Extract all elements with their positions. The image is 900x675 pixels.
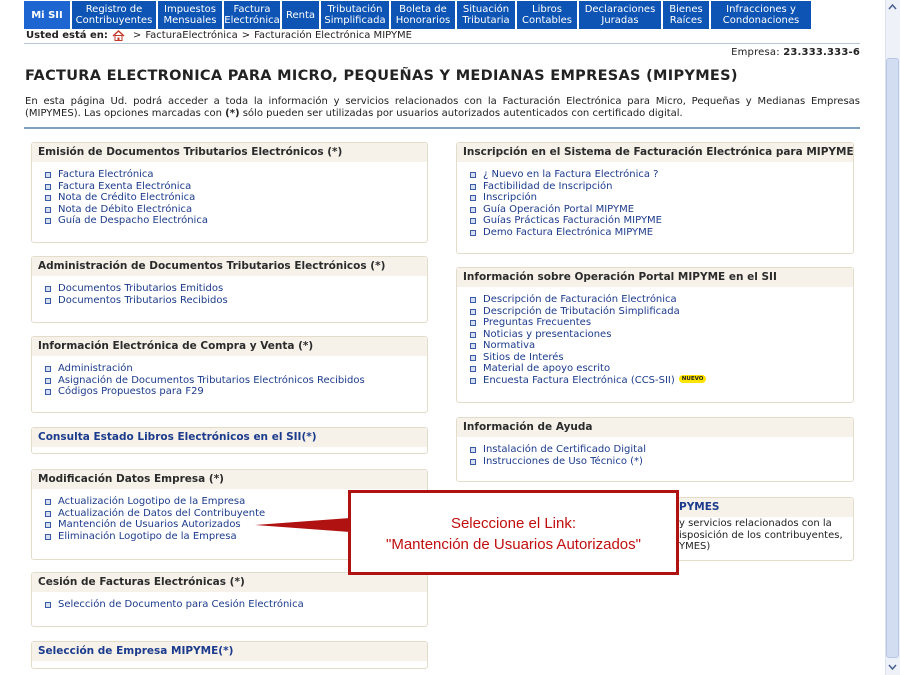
link-nuevo-factura[interactable]: ¿ Nuevo en la Factura Electrónica ? <box>470 169 853 181</box>
instruction-callout: Seleccione el Link: "Mantención de Usuar… <box>348 490 679 575</box>
empresa-rut: 23.333.333-6 <box>783 47 860 58</box>
partial-line: y servicios relacionados con la <box>679 518 832 529</box>
link-list: Instalación de Certificado Digital Instr… <box>457 437 853 467</box>
nav-libros-contables[interactable]: Libros Contables <box>517 1 577 29</box>
link-factibilidad-inscripcion[interactable]: Factibilidad de Inscripción <box>470 181 853 193</box>
link-inscripcion[interactable]: Inscripción <box>470 192 853 204</box>
link-codigos-f29[interactable]: Códigos Propuestos para F29 <box>45 386 427 398</box>
new-badge: NUEVO <box>678 374 707 383</box>
link-list: Administración Asignación de Documentos … <box>32 356 427 398</box>
link-encuesta[interactable]: Encuesta Factura Electrónica (CCS-SII) NU… <box>470 374 853 387</box>
link-descripcion-facturacion[interactable]: Descripción de Facturación Electrónica <box>470 294 853 306</box>
link-list: ¿ Nuevo en la Factura Electrónica ? Fact… <box>457 162 853 238</box>
nav-factura-electronica[interactable]: Factura Electrónica <box>224 1 280 29</box>
link-consulta-libros[interactable]: Consulta Estado Libros Electrónicos en e… <box>32 428 427 447</box>
link-preguntas-frecuentes[interactable]: Preguntas Frecuentes <box>470 317 853 329</box>
link-nota-credito-electronica[interactable]: Nota de Crédito Electrónica <box>45 192 427 204</box>
nav-registro-contribuyentes[interactable]: Registro de Contribuyentes <box>72 1 156 29</box>
partial-line: isposición de los contribuyentes, <box>679 529 843 541</box>
box-title: Administración de Documentos Tributarios… <box>32 257 427 276</box>
box-title: Información sobre Operación Portal MIPYM… <box>457 268 853 287</box>
box-title: Información de Ayuda <box>457 418 853 437</box>
nav-renta[interactable]: Renta <box>282 1 319 29</box>
nav-mi-sii[interactable]: Mi SII <box>24 1 70 29</box>
partial-line: YMES) <box>679 541 711 552</box>
top-navigation: Mi SII Registro de Contribuyentes Impues… <box>24 1 861 29</box>
link-material-apoyo[interactable]: Material de apoyo escrito <box>470 363 853 375</box>
link-sitios-interes[interactable]: Sitios de Interés <box>470 352 853 364</box>
empresa-label: Empresa: <box>731 47 780 58</box>
breadcrumb-label: Usted está en: <box>26 30 108 41</box>
link-factura-electronica[interactable]: Factura Electrónica <box>45 169 427 181</box>
link-noticias-presentaciones[interactable]: Noticias y presentaciones <box>470 329 853 341</box>
empresa-indicator: Empresa: 23.333.333-6 <box>731 47 860 58</box>
intro-text: En esta página Ud. podrá acceder a toda … <box>25 96 860 119</box>
box-title: Cesión de Facturas Electrónicas (*) <box>32 573 427 592</box>
box-inscripcion: Inscripción en el Sistema de Facturación… <box>456 142 854 254</box>
link-asignacion-documentos[interactable]: Asignación de Documentos Tributarios Ele… <box>45 375 427 387</box>
box-consulta-libros: Consulta Estado Libros Electrónicos en e… <box>31 427 428 454</box>
box-operacion-portal: Información sobre Operación Portal MIPYM… <box>456 267 854 403</box>
link-administracion[interactable]: Administración <box>45 363 427 375</box>
link-documentos-recibidos[interactable]: Documentos Tributarios Recibidos <box>45 295 427 307</box>
breadcrumb-factura-electronica[interactable]: FacturaElectrónica <box>145 30 237 41</box>
intro-mark: (*) <box>225 107 240 119</box>
link-guia-operacion[interactable]: Guía Operación Portal MIPYME <box>470 204 853 216</box>
breadcrumb-separator: > <box>132 30 142 41</box>
link-normativa[interactable]: Normativa <box>470 340 853 352</box>
nav-boleta-honorarios[interactable]: Boleta de Honorarios <box>391 1 455 29</box>
nav-impuestos-mensuales[interactable]: Impuestos Mensuales <box>158 1 222 29</box>
callout-line-1: Seleccione el Link: <box>450 515 577 532</box>
nav-infracciones-condonaciones[interactable]: Infracciones y Condonaciones <box>711 1 811 29</box>
box-ayuda: Información de Ayuda Instalación de Cert… <box>456 417 854 482</box>
link-seleccion-empresa[interactable]: Selección de Empresa MIPYME(*) <box>32 642 427 661</box>
link-list: Descripción de Facturación Electrónica D… <box>457 287 853 386</box>
link-instrucciones-uso[interactable]: Instrucciones de Uso Técnico (*) <box>470 456 853 468</box>
box-cesion-facturas: Cesión de Facturas Electrónicas (*) Sele… <box>31 572 428 627</box>
breadcrumb-separator: > <box>241 30 251 41</box>
link-factura-exenta-electronica[interactable]: Factura Exenta Electrónica <box>45 181 427 193</box>
link-guias-practicas[interactable]: Guías Prácticas Facturación MIPYME <box>470 215 853 227</box>
box-compra-venta: Información Electrónica de Compra y Vent… <box>31 336 428 413</box>
callout-line-2: "Mantención de Usuarios Autorizados" <box>386 536 641 553</box>
link-instalacion-certificado[interactable]: Instalación de Certificado Digital <box>470 444 853 456</box>
box-seleccion-empresa: Selección de Empresa MIPYME(*) <box>31 641 428 669</box>
nav-situacion-tributaria[interactable]: Situación Tributaria <box>457 1 515 29</box>
vertical-scrollbar[interactable] <box>885 0 900 675</box>
callout-arrow-icon <box>255 518 350 532</box>
link-demo-factura[interactable]: Demo Factura Electrónica MIPYME <box>470 227 853 239</box>
nav-bienes-raices[interactable]: Bienes Raíces <box>663 1 709 29</box>
intro-text-part2: sólo pueden ser utilizadas por usuarios … <box>239 107 683 119</box>
breadcrumb-current: Facturación Electrónica MIPYME <box>254 30 413 41</box>
page-title: FACTURA ELECTRONICA PARA MICRO, PEQUEÑAS… <box>25 68 738 84</box>
nav-tributacion-simplificada[interactable]: Tributación Simplificada <box>321 1 389 29</box>
scrollbar-thumb[interactable] <box>886 58 899 658</box>
link-descripcion-tributacion[interactable]: Descripción de Tributación Simplificada <box>470 306 853 318</box>
box-title: Inscripción en el Sistema de Facturación… <box>457 143 853 162</box>
link-guia-despacho-electronica[interactable]: Guía de Despacho Electrónica <box>45 215 427 227</box>
box-title: Emisión de Documentos Tributarios Electr… <box>32 143 427 162</box>
home-icon[interactable] <box>112 30 125 41</box>
box-administracion-dte: Administración de Documentos Tributarios… <box>31 256 428 323</box>
scroll-down-icon[interactable] <box>885 660 900 675</box>
link-list: Selección de Documento para Cesión Elect… <box>32 592 427 611</box>
intro-divider <box>24 127 860 129</box>
box-emision-dte: Emisión de Documentos Tributarios Electr… <box>31 142 428 243</box>
link-seleccion-documento-cesion[interactable]: Selección de Documento para Cesión Elect… <box>45 599 427 611</box>
scroll-up-icon[interactable] <box>885 0 900 14</box>
link-documentos-emitidos[interactable]: Documentos Tributarios Emitidos <box>45 283 427 295</box>
link-encuesta-label: Encuesta Factura Electrónica (CCS-SII) <box>483 374 675 386</box>
breadcrumb: Usted está en: > FacturaElectrónica > Fa… <box>26 30 412 41</box>
box-title: Información Electrónica de Compra y Vent… <box>32 337 427 356</box>
link-nota-debito-electronica[interactable]: Nota de Débito Electrónica <box>45 204 427 216</box>
nav-declaraciones-juradas[interactable]: Declaraciones Juradas <box>579 1 661 29</box>
link-list: Factura Electrónica Factura Exenta Elect… <box>32 162 427 227</box>
link-list: Documentos Tributarios Emitidos Document… <box>32 276 427 306</box>
box-title: Modificación Datos Empresa (*) <box>32 470 427 489</box>
breadcrumb-divider <box>24 43 860 44</box>
